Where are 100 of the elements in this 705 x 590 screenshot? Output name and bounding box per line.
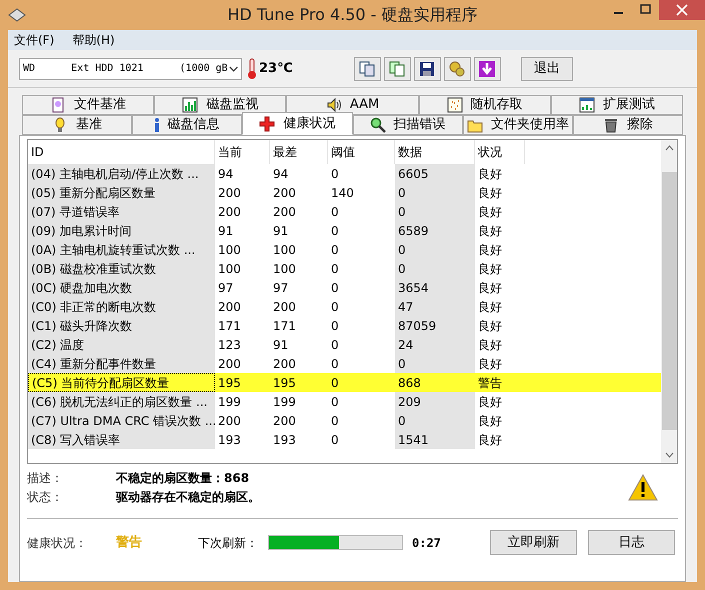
next-refresh-label: 下次刷新： [198,534,259,552]
table-row[interactable]: (C6) 脱机无法纠正的扇区数量 ... 199 199 0 209 良好 [28,392,661,411]
table-cell-text: 0 [330,432,340,448]
close-button[interactable] [659,0,705,20]
table-cell-text: 97 [272,280,290,296]
table-cell-text: 195 [217,374,242,392]
table-cell: (C0) 非正常的断电次数 [28,297,215,316]
tab[interactable]: 文件夹使用率 [462,115,573,135]
window-title: HD Tune Pro 4.50 - 硬盘实用程序 [227,4,478,26]
table-cell: 0 [395,183,475,202]
table-cell-text: 0 [330,394,340,410]
toolbar-button[interactable] [414,56,441,80]
table-cell-text: 200 [217,298,242,316]
bar-graph-icon [182,97,198,113]
table-row[interactable]: (C8) 写入错误率 193 193 0 1541 良好 [28,430,661,449]
field-label: 描述： [27,470,64,487]
menu-item[interactable]: 帮助(H) [72,31,115,49]
table-cell-text: 200 [272,204,297,220]
chevron-down-icon [228,64,239,72]
close-icon [676,4,688,16]
column-header[interactable]: 状况 [475,140,525,164]
toolbar-button[interactable] [354,56,381,80]
column-header[interactable]: 当前 [215,140,270,164]
table-row[interactable]: (C1) 磁头升降次数 171 171 0 87059 良好 [28,316,661,335]
toolbar-button[interactable] [384,56,411,80]
table-row[interactable]: (C5) 当前待分配扇区数量 195 195 0 868 警告 [28,373,661,392]
toolbar-button[interactable] [474,56,501,80]
table-cell-text: 171 [217,318,242,334]
chart-window-icon [578,97,595,113]
menu-item[interactable]: 文件(F) [14,31,54,49]
table-row[interactable]: (09) 加电累计时间 91 91 0 6589 良好 [28,221,661,240]
field-label: 状态： [27,489,64,506]
table-row[interactable]: (C0) 非正常的断电次数 200 200 0 47 良好 [28,297,661,316]
table-cell: (0A) 主轴电机旋转重试次数 ... [28,240,215,259]
table-cell: (C1) 磁头升降次数 [28,316,215,335]
tab[interactable]: 健康状况 [242,112,353,135]
table-cell-text: 0 [330,374,340,392]
table-cell: 0 [395,202,475,221]
copy-icon [388,60,406,78]
exit-button[interactable]: 退出 [520,56,573,80]
table-cell-text: 193 [217,432,242,448]
table-cell: 0 [395,354,475,373]
column-header[interactable]: 阈值 [328,140,395,164]
dotted-grid-icon [446,97,463,113]
table-cell-text: 100 [272,260,297,278]
tab[interactable]: 磁盘监视 [154,95,286,115]
table-cell-text: 193 [272,432,297,448]
table-row[interactable]: (C4) 重新分配事件数量 200 200 0 0 良好 [28,354,661,373]
tab[interactable]: 基准 [22,115,132,135]
table-cell-text: 良好 [477,412,503,430]
table-cell-text: 200 [217,412,242,430]
document-icon [50,97,66,113]
table-cell: 0 [395,240,475,259]
table-cell: (C7) Ultra DMA CRC 错误次数 ... [28,411,215,430]
table-cell-text: 91 [272,222,290,240]
health-label: 健康状况： [27,534,88,552]
scrollbar[interactable] [661,140,677,463]
tab[interactable]: 扩展测试 [550,95,684,115]
table-row[interactable]: (C7) Ultra DMA CRC 错误次数 ...200 200 0 0 良好 [28,411,661,430]
table-cell-text: 200 [272,184,297,202]
table-row[interactable]: (0A) 主轴电机旋转重试次数 ... 100 100 0 0 良好 [28,240,661,259]
table-cell-text: 0 [330,318,340,334]
table-cell-text: 良好 [477,298,503,316]
table-cell-text: 94 [217,166,234,182]
table-cell: 3654 [395,278,475,297]
cross-icon [259,116,276,132]
drive-dropdown[interactable]: WD Ext HDD 1021 (1000 gB [19,58,242,80]
tab[interactable]: 扫描错误 [352,115,463,135]
tab[interactable]: 磁盘信息 [132,115,242,135]
magnifier-icon [370,117,386,133]
table-cell-text: 94 [272,166,290,182]
action-button[interactable]: 立即刷新 [490,530,577,555]
table-cell: 1541 [395,430,475,449]
table-cell-text: 良好 [477,432,503,448]
warning-icon [628,474,658,501]
table-row[interactable]: (0B) 磁盘校准重试次数 100 100 0 0 良好 [28,259,661,278]
table-cell: 0 [395,259,475,278]
table-cell-text: 0 [330,166,340,182]
table-row[interactable]: (04) 主轴电机启动/停止次数 ... 94 94 0 6605 良好 [28,164,661,183]
tab[interactable]: 随机存取 [418,95,551,115]
table-cell-text: 200 [217,204,242,220]
table-cell-text: 100 [217,260,242,278]
table-row[interactable]: (07) 寻道错误率 200 200 0 0 良好 [28,202,661,221]
table-cell: (0C) 硬盘加电次数 [28,278,215,297]
tab[interactable]: AAM [286,95,419,115]
table-row[interactable]: (C2) 温度 123 91 0 24 良好 [28,335,661,354]
table-cell: 47 [395,297,475,316]
table-row[interactable]: (0C) 硬盘加电次数 97 97 0 3654 良好 [28,278,661,297]
tab[interactable]: 擦除 [572,115,684,135]
table-cell-text: 良好 [477,318,503,334]
action-button[interactable]: 日志 [588,530,675,555]
table-cell: (07) 寻道错误率 [28,202,215,221]
table-row[interactable]: (05) 重新分配扇区数量 200 200 140 0 良好 [28,183,661,202]
table-cell-text: 868 [397,374,422,392]
table-cell-text: 123 [217,336,242,354]
tab[interactable]: 文件基准 [22,95,154,115]
scrollbar-thumb[interactable] [662,172,676,430]
table-cell: (C2) 温度 [28,335,215,354]
table-cell-text: 良好 [477,204,503,220]
column-header[interactable]: 最差 [270,140,328,164]
